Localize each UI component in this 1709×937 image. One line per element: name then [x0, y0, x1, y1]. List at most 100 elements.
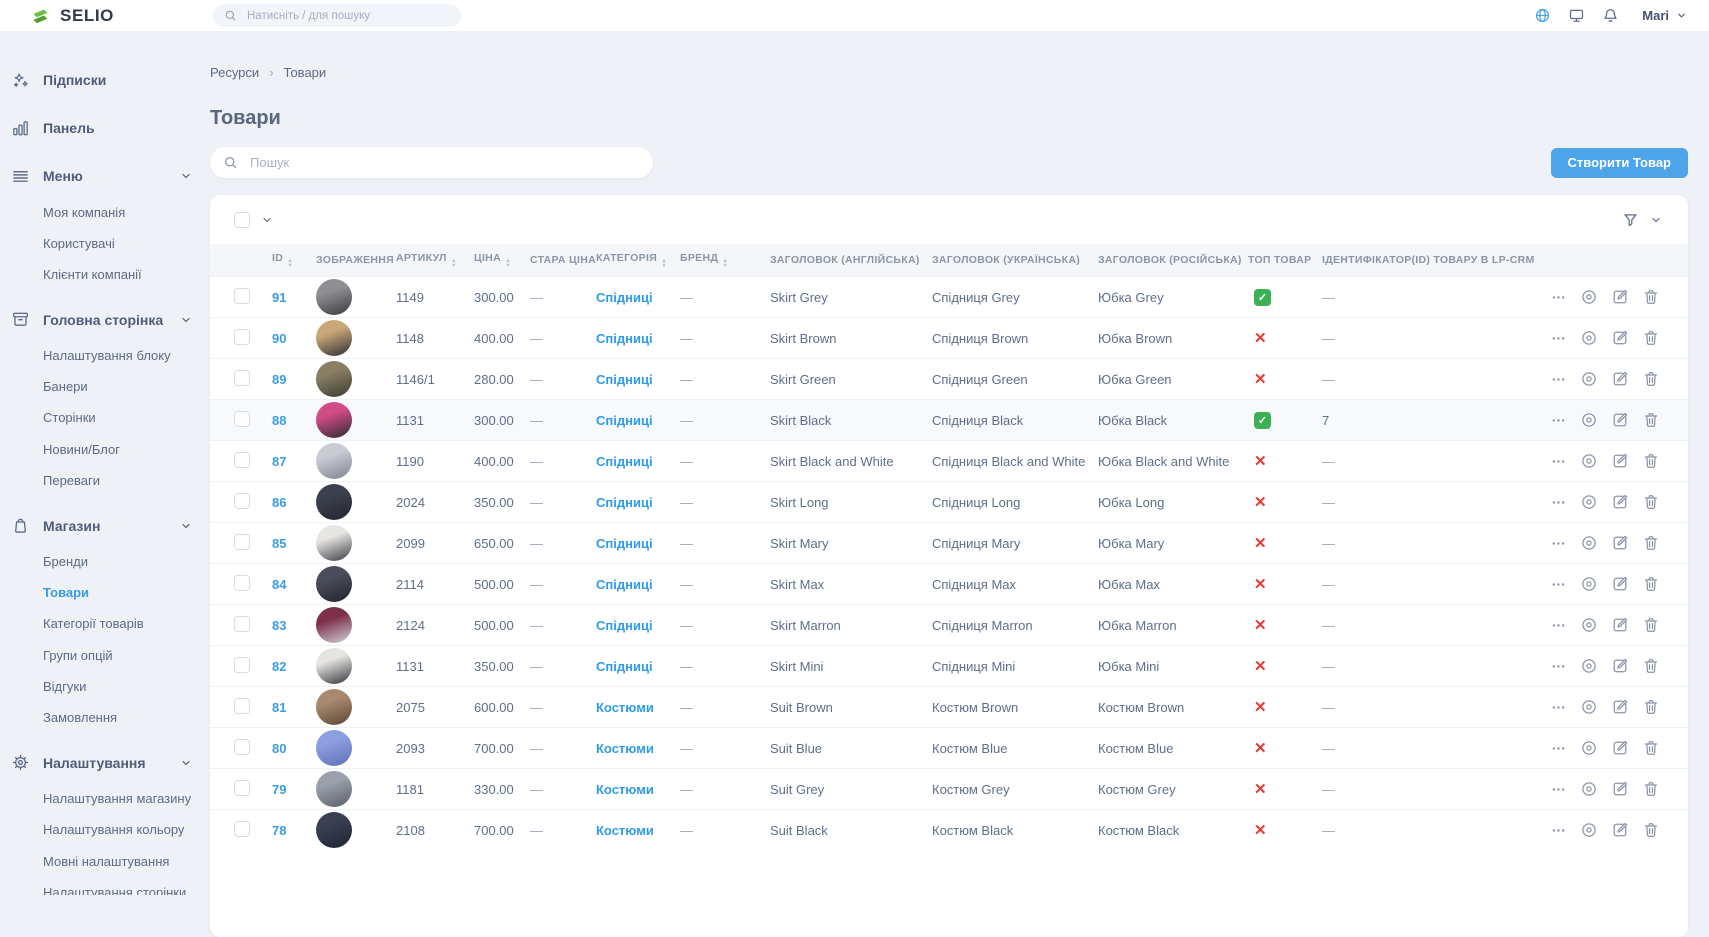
select-all-checkbox[interactable] — [234, 212, 250, 228]
row-checkbox[interactable] — [234, 288, 250, 304]
view-button[interactable] — [1580, 534, 1598, 552]
view-button[interactable] — [1580, 821, 1598, 839]
edit-button[interactable] — [1611, 657, 1629, 675]
sidebar-subitem[interactable]: Банери — [43, 372, 196, 403]
edit-button[interactable] — [1611, 616, 1629, 634]
row-more-button[interactable] — [1550, 617, 1567, 634]
delete-button[interactable] — [1642, 329, 1660, 347]
view-button[interactable] — [1580, 780, 1598, 798]
product-image[interactable] — [316, 402, 352, 438]
edit-button[interactable] — [1611, 370, 1629, 388]
product-id-link[interactable]: 90 — [272, 331, 286, 346]
edit-button[interactable] — [1611, 821, 1629, 839]
product-image[interactable] — [316, 812, 352, 848]
delete-button[interactable] — [1642, 698, 1660, 716]
view-button[interactable] — [1580, 739, 1598, 757]
row-more-button[interactable] — [1550, 535, 1567, 552]
product-id-link[interactable]: 89 — [272, 372, 286, 387]
breadcrumb-products[interactable]: Товари — [284, 65, 327, 80]
sidebar-subitem[interactable]: Товари — [43, 578, 196, 609]
filter-chevron-icon[interactable] — [1650, 214, 1662, 226]
category-link[interactable]: Спідниці — [596, 454, 653, 469]
row-checkbox[interactable] — [234, 329, 250, 345]
column-header-price[interactable]: ЦІНА▲▼ — [474, 244, 530, 277]
product-id-link[interactable]: 78 — [272, 823, 286, 838]
row-checkbox[interactable] — [234, 575, 250, 591]
edit-button[interactable] — [1611, 452, 1629, 470]
sidebar-subitem[interactable]: Категорії товарів — [43, 609, 196, 640]
category-link[interactable]: Костюми — [596, 741, 654, 756]
edit-button[interactable] — [1611, 575, 1629, 593]
edit-button[interactable] — [1611, 534, 1629, 552]
row-checkbox[interactable] — [234, 411, 250, 427]
breadcrumb-resources[interactable]: Ресурси — [210, 65, 259, 80]
view-button[interactable] — [1580, 452, 1598, 470]
product-id-link[interactable]: 88 — [272, 413, 286, 428]
sidebar-subitem[interactable]: Налаштування сторінки оформлення замовле… — [43, 877, 196, 895]
sidebar-subitem[interactable]: Замовлення — [43, 702, 196, 733]
delete-button[interactable] — [1642, 493, 1660, 511]
category-link[interactable]: Спідниці — [596, 618, 653, 633]
row-more-button[interactable] — [1550, 494, 1567, 511]
sidebar-item-3[interactable]: Головна сторінка — [10, 301, 196, 339]
view-button[interactable] — [1580, 288, 1598, 306]
category-link[interactable]: Спідниці — [596, 331, 653, 346]
category-link[interactable]: Спідниці — [596, 290, 653, 305]
product-image[interactable] — [316, 320, 352, 356]
edit-button[interactable] — [1611, 780, 1629, 798]
row-more-button[interactable] — [1550, 740, 1567, 757]
category-link[interactable]: Костюми — [596, 823, 654, 838]
product-id-link[interactable]: 84 — [272, 577, 286, 592]
chevron-down-icon[interactable] — [180, 520, 192, 532]
chevron-down-icon[interactable] — [180, 170, 192, 182]
delete-button[interactable] — [1642, 657, 1660, 675]
row-checkbox[interactable] — [234, 657, 250, 673]
row-more-button[interactable] — [1550, 576, 1567, 593]
sidebar-subitem[interactable]: Новини/Блог — [43, 434, 196, 465]
column-header-brand[interactable]: БРЕНД▲▼ — [680, 244, 770, 277]
row-more-button[interactable] — [1550, 781, 1567, 798]
bulk-actions-chevron-icon[interactable] — [261, 214, 273, 226]
category-link[interactable]: Спідниці — [596, 577, 653, 592]
sidebar-item-5[interactable]: Налаштування — [10, 744, 196, 782]
row-checkbox[interactable] — [234, 534, 250, 550]
sidebar-item-1[interactable]: Панель — [10, 109, 196, 147]
edit-button[interactable] — [1611, 288, 1629, 306]
view-button[interactable] — [1580, 493, 1598, 511]
product-id-link[interactable]: 79 — [272, 782, 286, 797]
product-id-link[interactable]: 87 — [272, 454, 286, 469]
sidebar-subitem[interactable]: Сторінки — [43, 403, 196, 434]
row-checkbox[interactable] — [234, 452, 250, 468]
product-id-link[interactable]: 91 — [272, 290, 286, 305]
column-header-category[interactable]: КАТЕГОРІЯ▲▼ — [596, 244, 680, 277]
delete-button[interactable] — [1642, 370, 1660, 388]
sidebar-item-0[interactable]: Підписки — [10, 61, 196, 99]
sidebar-subitem[interactable]: Налаштування кольору — [43, 815, 196, 846]
row-more-button[interactable] — [1550, 822, 1567, 839]
sidebar-subitem[interactable]: Налаштування магазину — [43, 784, 196, 815]
row-more-button[interactable] — [1550, 699, 1567, 716]
row-checkbox[interactable] — [234, 821, 250, 837]
view-button[interactable] — [1580, 329, 1598, 347]
product-image[interactable] — [316, 730, 352, 766]
row-checkbox[interactable] — [234, 739, 250, 755]
row-more-button[interactable] — [1550, 453, 1567, 470]
product-image[interactable] — [316, 443, 352, 479]
product-id-link[interactable]: 86 — [272, 495, 286, 510]
product-id-link[interactable]: 85 — [272, 536, 286, 551]
product-image[interactable] — [316, 689, 352, 725]
category-link[interactable]: Спідниці — [596, 413, 653, 428]
view-button[interactable] — [1580, 575, 1598, 593]
filter-funnel-icon[interactable] — [1622, 211, 1639, 228]
row-more-button[interactable] — [1550, 371, 1567, 388]
row-more-button[interactable] — [1550, 289, 1567, 306]
sidebar-subitem[interactable]: Групи опцій — [43, 640, 196, 671]
product-image[interactable] — [316, 484, 352, 520]
sidebar-subitem[interactable]: Моя компанія — [43, 197, 196, 228]
category-link[interactable]: Спідниці — [596, 495, 653, 510]
view-button[interactable] — [1580, 616, 1598, 634]
row-checkbox[interactable] — [234, 493, 250, 509]
edit-button[interactable] — [1611, 329, 1629, 347]
language-globe-icon[interactable] — [1534, 7, 1551, 24]
sidebar-item-4[interactable]: Магазин — [10, 507, 196, 545]
